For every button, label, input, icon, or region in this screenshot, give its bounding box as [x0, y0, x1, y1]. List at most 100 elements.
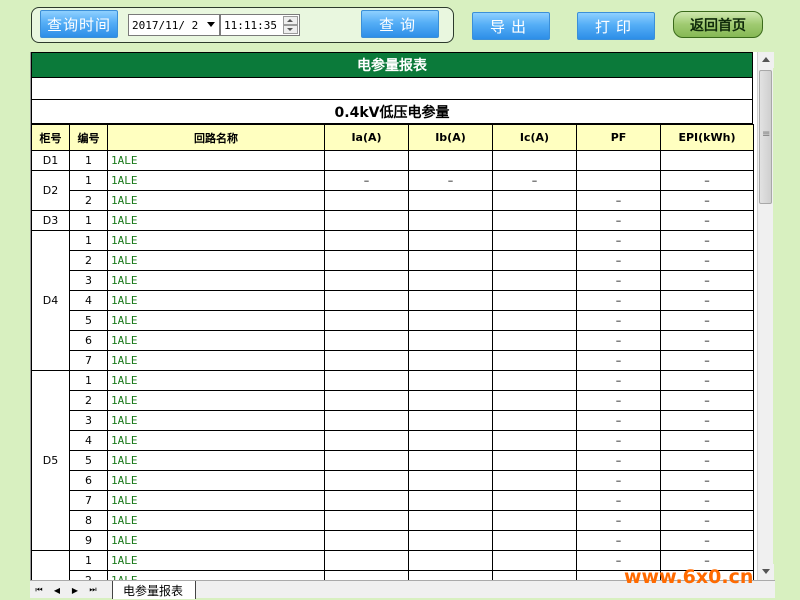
number-cell: 2	[69, 390, 108, 411]
ic-cell	[492, 210, 577, 231]
table-header-row: 柜号 编号 回路名称 Ia(A) Ib(A) Ic(A) PF EPI(kWh)	[31, 124, 754, 151]
time-value: 11:11:35	[224, 18, 277, 32]
last-sheet-icon[interactable]: ⏭	[86, 583, 100, 597]
sheet-tab-report[interactable]: 电参量报表	[112, 581, 197, 599]
table-row: 6 1ALE – –	[32, 470, 754, 491]
table-row: 21ALE ––	[32, 390, 754, 411]
epi-cell: –	[660, 470, 754, 491]
ib-cell	[408, 350, 493, 371]
column-header: Ib(A)	[408, 124, 493, 151]
ib-cell	[408, 470, 493, 491]
table-row: D4 1 1ALE – –	[31, 230, 754, 371]
ic-cell	[492, 430, 577, 451]
query-time-button[interactable]: 查询时间	[40, 10, 118, 38]
vertical-scrollbar[interactable]	[757, 52, 774, 580]
watermark: www.6x0.cn	[624, 566, 754, 588]
epi-cell: –	[660, 190, 754, 211]
circuit-name-cell: 1ALE	[107, 190, 325, 211]
ic-cell	[492, 190, 577, 211]
circuit-name-cell: 1ALE	[107, 290, 325, 311]
ia-cell	[324, 250, 409, 271]
next-sheet-icon[interactable]: ▶	[68, 583, 82, 597]
ia-cell	[324, 210, 409, 231]
number-cell: 3	[69, 410, 108, 431]
epi-cell: –	[660, 450, 754, 471]
ib-cell: –	[408, 170, 493, 191]
table-row: D3 1 1ALE – –	[31, 210, 754, 231]
number-cell: 8	[69, 510, 108, 531]
number-cell: 1	[69, 150, 108, 171]
ia-cell	[324, 190, 409, 211]
circuit-name-cell: 1ALE	[107, 550, 325, 571]
ic-cell	[492, 290, 577, 311]
home-button[interactable]: 返回首页	[673, 11, 763, 38]
first-sheet-icon[interactable]: ⏮	[32, 583, 46, 597]
export-button[interactable]: 导出	[472, 12, 550, 40]
pf-cell: –	[576, 230, 661, 251]
ic-cell	[492, 150, 577, 171]
time-input[interactable]: 11:11:35	[220, 14, 300, 36]
circuit-name-cell: 1ALE	[107, 390, 325, 411]
ib-cell	[408, 210, 493, 231]
print-button[interactable]: 打印	[577, 12, 655, 40]
number-cell: 6	[69, 470, 108, 491]
time-spinner[interactable]	[283, 16, 298, 34]
spin-down-icon[interactable]	[283, 25, 298, 34]
report-table: 柜号 编号 回路名称 Ia(A) Ib(A) Ic(A) PF EPI(kWh) D1 1 1AL…	[31, 124, 754, 580]
ib-cell	[408, 330, 493, 351]
number-cell: 1	[69, 370, 108, 391]
ib-cell	[408, 230, 493, 251]
ib-cell	[408, 550, 493, 571]
pf-cell: –	[576, 290, 661, 311]
epi-cell: –	[660, 490, 754, 511]
circuit-name-cell: 1ALE	[107, 450, 325, 471]
table-row: 5 1ALE – –	[32, 450, 754, 471]
number-cell: 4	[69, 290, 108, 311]
ic-cell	[492, 510, 577, 531]
ia-cell	[324, 430, 409, 451]
circuit-name-cell: 1ALE	[107, 210, 325, 231]
table-row: 4 1ALE – –	[32, 290, 754, 311]
circuit-name-cell: 1ALE	[107, 410, 325, 431]
ib-cell	[408, 510, 493, 531]
number-cell: 6	[69, 330, 108, 351]
epi-cell: –	[660, 210, 754, 231]
ia-cell	[324, 310, 409, 331]
ic-cell	[492, 350, 577, 371]
column-header: 回路名称	[107, 124, 325, 151]
pf-cell: –	[576, 350, 661, 371]
scroll-thumb[interactable]	[759, 70, 772, 204]
query-button[interactable]: 查询	[361, 10, 439, 38]
number-cell: 1	[69, 550, 108, 571]
prev-sheet-icon[interactable]: ◀	[50, 583, 64, 597]
circuit-name-cell: 1ALE	[107, 510, 325, 531]
table-row: 9 1ALE – –	[32, 530, 754, 551]
epi-cell: –	[660, 310, 754, 331]
cabinet-cell: D1	[31, 150, 70, 171]
date-picker[interactable]: 2017/11/ 2	[128, 14, 220, 36]
scroll-down-icon[interactable]	[758, 564, 774, 580]
ic-cell	[492, 370, 577, 391]
ia-cell	[324, 510, 409, 531]
table-body: D1 1 1ALE D2 1 1ALE – – – –2 1ALE – – D3 1 1ALE – – D4 1 1AL…	[31, 150, 754, 580]
ia-cell	[324, 390, 409, 411]
spin-up-icon[interactable]	[283, 16, 298, 25]
circuit-name-cell: 1ALE	[107, 150, 325, 171]
table-row: 21ALE ––	[32, 250, 754, 271]
ib-cell	[408, 390, 493, 411]
epi-cell: –	[660, 410, 754, 431]
epi-cell: –	[660, 430, 754, 451]
dropdown-arrow-icon[interactable]	[207, 22, 215, 27]
pf-cell	[576, 150, 661, 171]
epi-cell: –	[660, 350, 754, 371]
ic-cell	[492, 250, 577, 271]
ib-cell	[408, 570, 493, 580]
column-header: PF	[576, 124, 661, 151]
circuit-name-cell: 1ALE	[107, 250, 325, 271]
number-cell: 5	[69, 450, 108, 471]
table-row: 6 1ALE – –	[32, 330, 754, 351]
circuit-name-cell: 1ALE	[107, 310, 325, 331]
scroll-up-icon[interactable]	[758, 52, 774, 68]
ia-cell	[324, 230, 409, 251]
number-cell: 1	[69, 170, 108, 191]
